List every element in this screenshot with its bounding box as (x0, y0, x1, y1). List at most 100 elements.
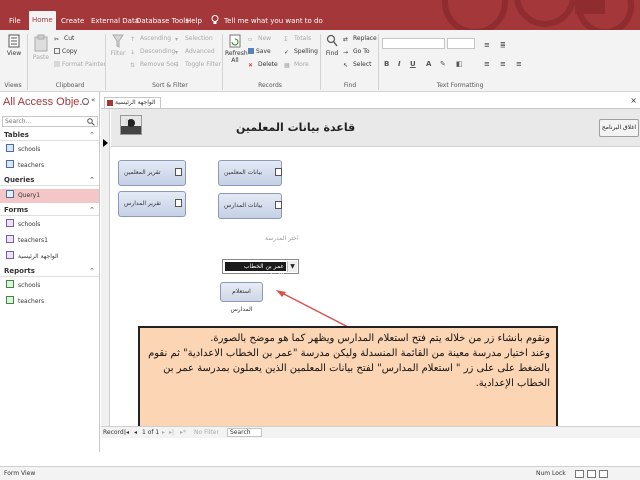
table-icon (6, 144, 14, 152)
annotation-line: ونقوم بانشاء زر من خلاله يتم فتح استعلام… (210, 333, 550, 344)
format-painter-button[interactable]: Format Painter (54, 60, 106, 70)
ribbon-separator (27, 34, 28, 90)
view-button[interactable]: View (5, 34, 23, 57)
nav-item-query-query1[interactable]: Query1 (0, 189, 99, 203)
ribbon-tab-bar: File Home Create External Data Database … (0, 0, 640, 30)
teachers-report-button[interactable]: تقرير المعلمين (118, 160, 186, 186)
spelling-button[interactable]: ✓ Spelling (284, 47, 318, 57)
delete-icon: ✕ (248, 62, 254, 69)
design-view-icon[interactable] (599, 470, 608, 478)
teachers-data-button[interactable]: بيانات المعلمين (218, 160, 282, 186)
totals-label: Totals (294, 35, 312, 42)
nav-item-table-teachers[interactable]: teachers (0, 159, 99, 173)
nav-item-form-teachers1[interactable]: teachers1 (0, 234, 99, 248)
tab-file[interactable]: File (6, 13, 24, 29)
align-center-button[interactable]: ≡ (500, 60, 506, 68)
nav-item-report-teachers[interactable]: teachers (0, 295, 99, 309)
refresh-all-button[interactable]: Refresh All (225, 34, 248, 64)
tab-home[interactable]: Home (29, 11, 56, 30)
nav-section-queries[interactable]: Queries ⌃ (0, 175, 99, 186)
align-right-button[interactable]: ≡ (516, 60, 522, 68)
tab-help[interactable]: Help (183, 13, 205, 29)
shading-button[interactable]: ◧ (456, 60, 463, 68)
nav-item-form-main[interactable]: الواجهة الرئيسية (0, 250, 99, 264)
more-button[interactable]: ▦ More (284, 60, 309, 70)
paste-button[interactable]: Paste (31, 34, 51, 61)
nav-item-report-schools[interactable]: schools (0, 279, 99, 293)
close-program-button[interactable]: اغلاق البرنامج (599, 119, 639, 137)
descending-button[interactable]: ↓ Descending (130, 47, 175, 57)
prev-record-icon[interactable]: ◂ (134, 427, 137, 438)
delete-button[interactable]: ✕ Delete (248, 60, 278, 70)
font-size-dropdown[interactable] (447, 38, 475, 49)
school-combo-box[interactable]: عمر بن الخطاب الإعدادية ▼ (222, 259, 299, 279)
numbering-button[interactable]: ≣ (500, 41, 506, 49)
next-record-icon[interactable]: ▸ (162, 427, 165, 438)
record-position[interactable]: 1 of 1 (142, 427, 159, 438)
find-icon (326, 34, 338, 47)
copy-button[interactable]: Copy (54, 47, 77, 57)
nav-section-reports[interactable]: Reports ⌃ (0, 266, 99, 277)
nav-pane-title[interactable]: All Access Obje... (3, 96, 89, 108)
selection-button[interactable]: ▾ Selection (175, 34, 213, 44)
italic-button[interactable]: I (398, 60, 401, 68)
copy-icon (54, 48, 60, 54)
first-record-icon[interactable]: |◂ (124, 427, 129, 438)
cut-button[interactable]: ✂ Cut (54, 34, 74, 44)
toggle-filter-label: Toggle Filter (185, 61, 222, 68)
navigation-pane: All Access Obje... « Tables ⌃ schools tea… (0, 92, 100, 452)
last-record-icon[interactable]: ▸| (169, 427, 174, 438)
document-tab-main[interactable]: الواجهة الرئيسية (104, 97, 161, 108)
report-icon (175, 168, 182, 176)
toggle-filter-button[interactable]: ▿ Toggle Filter (175, 60, 221, 70)
bold-button[interactable]: B (384, 60, 389, 68)
tell-me-search[interactable]: Tell me what you want to do (224, 13, 323, 29)
underline-button[interactable]: U (410, 60, 416, 68)
find-button[interactable]: Find (323, 34, 341, 57)
highlight-button[interactable]: ✎ (440, 60, 446, 68)
ribbon: View Views Paste ✂ Cut Copy Format Painte… (0, 30, 640, 92)
school-combo-value: عمر بن الخطاب الإعدادية (225, 262, 286, 279)
ascending-button[interactable]: ↑ Ascending (130, 34, 171, 44)
funnel-icon (112, 34, 124, 48)
schools-report-button[interactable]: تقرير المدارس (118, 191, 186, 217)
font-color-button[interactable]: A (426, 60, 431, 68)
close-document-icon[interactable]: × (630, 96, 637, 105)
record-selector[interactable] (101, 109, 110, 429)
descending-label: Descending (140, 48, 176, 55)
save-button[interactable]: Save (248, 47, 271, 57)
schools-data-button[interactable]: بيانات المدارس (218, 193, 282, 219)
select-button[interactable]: ↖ Select (343, 60, 372, 70)
font-family-dropdown[interactable] (382, 38, 445, 49)
replace-button[interactable]: ⇄ Replace (343, 34, 377, 44)
filter-button[interactable]: Filter (109, 34, 127, 57)
nav-search-box (2, 116, 98, 127)
go-to-button[interactable]: → Go To (343, 47, 370, 57)
nav-search-input[interactable] (3, 117, 83, 126)
layout-view-icon[interactable] (587, 470, 596, 478)
new-record-button[interactable]: ▫ New (248, 34, 271, 44)
remove-sort-button[interactable]: ⇅ Remove Sort (130, 60, 179, 70)
bullets-button[interactable]: ≡ (484, 41, 490, 49)
no-filter-indicator[interactable]: No Filter (194, 427, 219, 438)
nav-item-label: teachers (18, 162, 45, 169)
nav-item-table-schools[interactable]: schools (0, 143, 99, 157)
dropdown-arrow-icon[interactable]: ▼ (287, 261, 297, 272)
tab-create[interactable]: Create (58, 13, 87, 29)
nav-section-tables[interactable]: Tables ⌃ (0, 130, 99, 141)
schools-query-button[interactable]: استعلام المدارس (220, 282, 263, 313)
advanced-button[interactable]: ▾ Advanced (175, 47, 215, 57)
nav-item-form-schools[interactable]: schools (0, 218, 99, 232)
ascending-label: Ascending (140, 35, 172, 42)
nav-shutter-icon[interactable]: « (91, 96, 95, 104)
format-painter-label: Format Painter (62, 61, 107, 68)
queries-section-label: Queries (4, 176, 35, 184)
record-search-input[interactable]: Search (227, 428, 262, 437)
nav-collapse-icon[interactable] (82, 98, 89, 105)
align-left-button[interactable]: ≡ (484, 60, 490, 68)
new-record-nav-icon[interactable]: ▸* (180, 427, 186, 438)
totals-button[interactable]: Σ Totals (284, 34, 311, 44)
nav-section-forms[interactable]: Forms ⌃ (0, 205, 99, 216)
collapse-chevron-icon: ⌃ (89, 131, 95, 139)
form-view-icon[interactable] (575, 470, 584, 478)
